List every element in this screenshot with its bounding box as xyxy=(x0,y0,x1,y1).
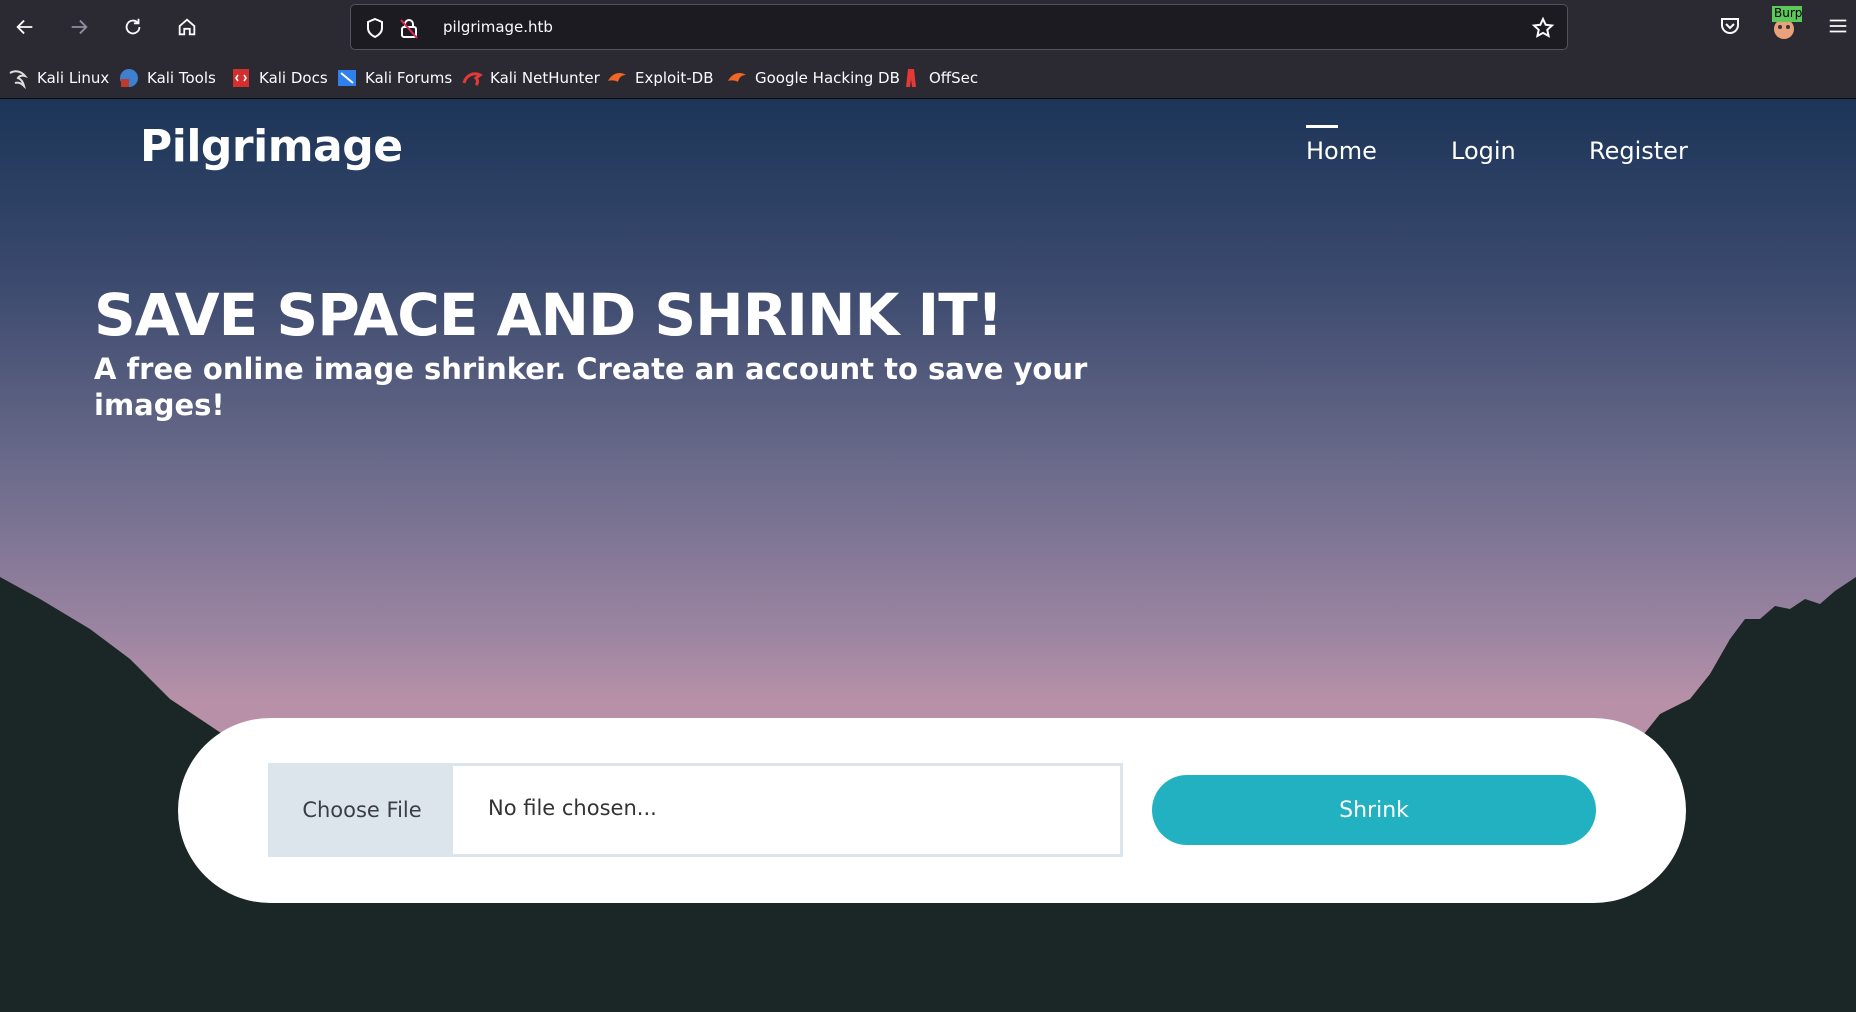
bookmark-label: Kali Docs xyxy=(259,69,328,87)
file-input[interactable]: Choose File No file chosen... xyxy=(268,763,1123,857)
burp-extension-icon[interactable]: Burp xyxy=(1770,6,1802,40)
kali-dragon-icon xyxy=(9,70,28,89)
bookmark-label: OffSec xyxy=(929,69,979,87)
bookmark-kali-linux[interactable]: Kali Linux xyxy=(8,66,109,90)
offsec-icon xyxy=(906,69,916,87)
upload-form: Choose File No file chosen... Shrink xyxy=(178,718,1686,903)
ghdb-icon xyxy=(728,73,746,82)
choose-file-button[interactable]: Choose File xyxy=(271,766,453,854)
url-text[interactable]: pilgrimage.htb xyxy=(443,18,553,36)
menu-hamburger-icon[interactable] xyxy=(1824,12,1852,40)
reload-icon[interactable] xyxy=(118,12,148,42)
bookmark-label: Kali NetHunter xyxy=(490,69,600,87)
shield-icon[interactable] xyxy=(363,16,387,40)
url-bar[interactable]: pilgrimage.htb xyxy=(350,4,1568,50)
bookmark-exploit-db[interactable]: Exploit-DB xyxy=(606,66,714,90)
insecure-lock-icon[interactable] xyxy=(397,16,421,40)
bookmark-kali-tools[interactable]: Kali Tools xyxy=(118,66,216,90)
page-viewport: Pilgrimage Home Login Register SAVE SPAC… xyxy=(0,99,1856,1012)
bookmark-kali-forums[interactable]: Kali Forums xyxy=(336,66,452,90)
burp-badge: Burp xyxy=(1772,6,1802,22)
pocket-icon[interactable] xyxy=(1716,12,1744,40)
kali-docs-icon xyxy=(233,69,249,87)
kali-forums-icon xyxy=(338,70,356,86)
back-arrow-icon[interactable] xyxy=(10,12,40,42)
bookmark-label: Kali Tools xyxy=(147,69,216,87)
file-name-label: No file chosen... xyxy=(488,796,657,820)
bookmark-kali-docs[interactable]: Kali Docs xyxy=(230,66,328,90)
bookmark-offsec[interactable]: OffSec xyxy=(900,66,978,90)
bookmark-label: Kali Linux xyxy=(37,69,110,87)
bookmark-star-icon[interactable] xyxy=(1531,16,1555,40)
bookmark-kali-nethunter[interactable]: Kali NetHunter xyxy=(461,66,600,90)
hero-title: SAVE SPACE AND SHRINK IT! xyxy=(94,281,1003,349)
nethunter-icon xyxy=(462,72,483,87)
bookmark-label: Kali Forums xyxy=(365,69,453,87)
shrink-button[interactable]: Shrink xyxy=(1152,775,1596,845)
bookmark-label: Exploit-DB xyxy=(635,69,714,87)
kali-tools-icon xyxy=(120,69,138,87)
bookmark-google-hacking-db[interactable]: Google Hacking DB xyxy=(726,66,900,90)
site-nav: Home Login Register xyxy=(0,125,1856,177)
nav-login[interactable]: Login xyxy=(1451,137,1516,165)
nav-home[interactable]: Home xyxy=(1306,125,1377,165)
exploit-db-icon xyxy=(608,73,626,82)
hero-subtitle: A free online image shrinker. Create an … xyxy=(94,352,1088,422)
forward-arrow-icon[interactable] xyxy=(64,12,94,42)
bookmarks-toolbar: Kali Linux Kali Tools Kali Docs Kali For… xyxy=(0,58,1856,98)
home-icon[interactable] xyxy=(172,12,202,42)
browser-toolbar: pilgrimage.htb Burp Kali Linux Kali Tool… xyxy=(0,0,1856,99)
bookmark-label: Google Hacking DB xyxy=(755,69,900,87)
nav-register[interactable]: Register xyxy=(1589,137,1688,165)
